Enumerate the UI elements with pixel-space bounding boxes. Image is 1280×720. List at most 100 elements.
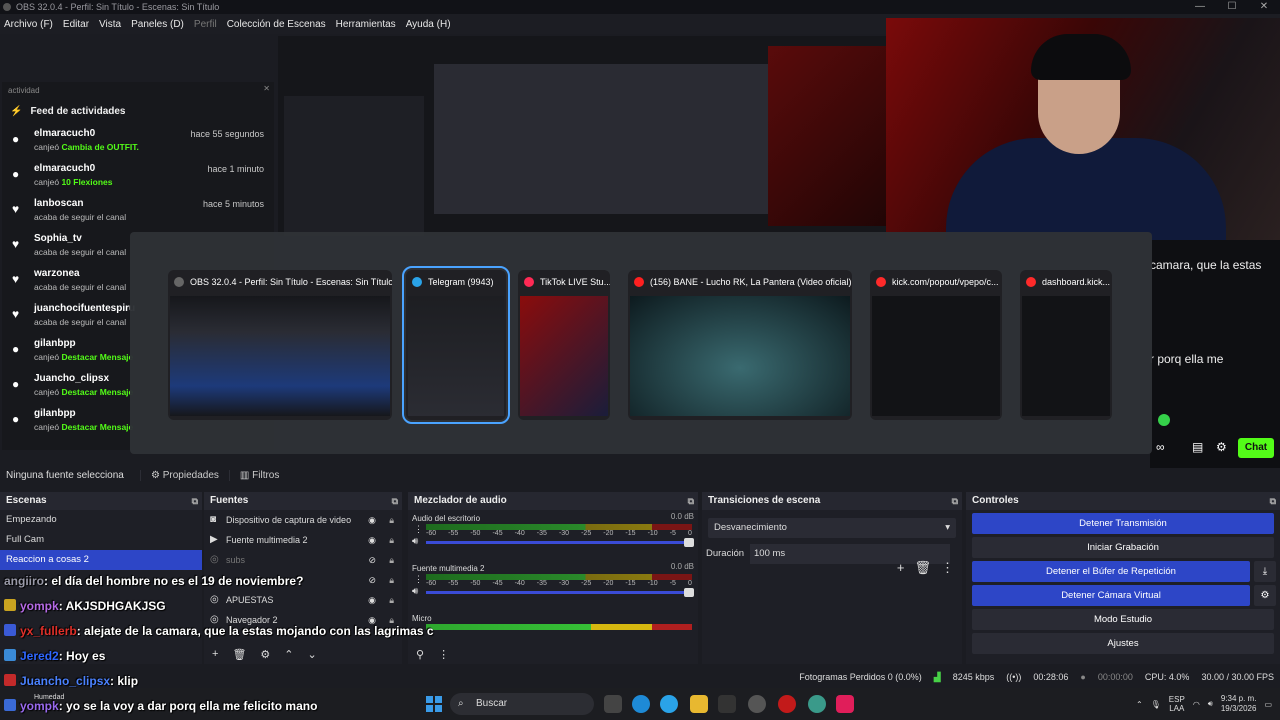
menu-edit[interactable]: Editar bbox=[63, 19, 89, 30]
gear-icon[interactable]: ⚙ bbox=[260, 648, 270, 661]
properties-button[interactable]: ⚙ Propiedades bbox=[140, 469, 229, 481]
alttab-window-kick-dashboard[interactable]: dashboard.kick... bbox=[1020, 270, 1112, 420]
alttab-window-kick-popout[interactable]: kick.com/popout/vpepo/c... bbox=[870, 270, 1002, 420]
feed-item[interactable]: ♥ lanboscan hace 5 minutos acaba de segu… bbox=[2, 194, 274, 229]
lock-icon[interactable]: 🔒︎ bbox=[389, 550, 394, 570]
opera-icon[interactable] bbox=[778, 695, 796, 713]
maximize-icon[interactable]: ☐ bbox=[1216, 0, 1248, 14]
lock-icon[interactable]: 🔒︎ bbox=[389, 510, 394, 530]
slider-knob[interactable] bbox=[684, 588, 694, 597]
stop-stream-button[interactable]: Detener Transmisión bbox=[972, 513, 1274, 534]
studio-mode-button[interactable]: Modo Estudio bbox=[972, 609, 1274, 630]
download-icon[interactable]: ⤓ bbox=[1254, 561, 1276, 582]
source-item[interactable]: ▶ Fuente multimedia 2 ◉ 🔒︎ bbox=[204, 530, 402, 550]
lock-icon[interactable]: 🔒︎ bbox=[389, 590, 394, 610]
tiktok-icon[interactable] bbox=[836, 695, 854, 713]
feed-item[interactable]: ● elmaracuch0 hace 1 minuto canjeó 10 Fl… bbox=[2, 159, 274, 194]
eye-icon[interactable]: ◉ bbox=[368, 530, 376, 550]
volume-icon[interactable]: 🔊︎ bbox=[1208, 699, 1213, 709]
eye-hidden-icon[interactable]: ⊘ bbox=[368, 570, 376, 590]
source-item[interactable]: ◎ subs ⊘ 🔒︎ bbox=[204, 550, 402, 570]
notifications-icon[interactable]: ▭ bbox=[1264, 700, 1272, 709]
trash-icon[interactable]: 🗑︎ bbox=[232, 648, 246, 661]
chevron-down-icon[interactable]: ⌄ bbox=[308, 648, 317, 661]
scene-item[interactable]: Full Cam bbox=[0, 530, 202, 550]
menu-docks[interactable]: Paneles (D) bbox=[131, 19, 184, 30]
clock[interactable]: 9:34 p. m. 19/3/2026 bbox=[1221, 694, 1257, 714]
obs-icon[interactable] bbox=[748, 695, 766, 713]
close-icon[interactable]: ✕ bbox=[263, 84, 270, 93]
add-icon[interactable]: + bbox=[212, 648, 218, 660]
chat-send-button[interactable]: Chat bbox=[1238, 438, 1274, 458]
task-view-icon[interactable] bbox=[604, 695, 622, 713]
gear-icon[interactable]: ⚙ bbox=[1216, 440, 1227, 454]
eye-hidden-icon[interactable]: ⊘ bbox=[368, 550, 376, 570]
alttab-preview bbox=[872, 296, 1000, 416]
menu-view[interactable]: Vista bbox=[99, 19, 121, 30]
slider-knob[interactable] bbox=[684, 538, 694, 547]
link-icon[interactable]: ⚲ bbox=[416, 648, 424, 661]
taskbar-search[interactable]: ⌕ Buscar bbox=[450, 693, 594, 715]
alttab-window-tiktok[interactable]: TikTok LIVE Stu... bbox=[518, 270, 610, 420]
alttab-window-telegram[interactable]: Telegram (9943) bbox=[402, 266, 510, 424]
folder-icon[interactable] bbox=[690, 695, 708, 713]
start-button[interactable] bbox=[426, 696, 442, 712]
source-item[interactable]: ◙ Dispositivo de captura de video ◉ 🔒︎ bbox=[204, 510, 402, 530]
source-item[interactable]: ◎ APUESTAS ◉ 🔒︎ bbox=[204, 590, 402, 610]
add-icon[interactable]: + bbox=[897, 560, 905, 576]
menu-help[interactable]: Ayuda (H) bbox=[406, 19, 451, 30]
menu-tools[interactable]: Herramientas bbox=[336, 19, 396, 30]
infinity-icon[interactable]: ∞ bbox=[1156, 440, 1165, 454]
more-icon[interactable]: ⋮ bbox=[414, 574, 423, 585]
app-icon[interactable] bbox=[718, 695, 736, 713]
chrome-icon[interactable] bbox=[808, 695, 826, 713]
alttab-window-obs[interactable]: OBS 32.0.4 - Perfil: Sin Título - Escena… bbox=[168, 270, 392, 420]
trash-icon[interactable]: 🗑︎ bbox=[914, 560, 931, 576]
language-indicator[interactable]: ESP LAA bbox=[1169, 695, 1185, 713]
scene-item-selected[interactable]: Reaccion a cosas 2 bbox=[0, 550, 202, 570]
menu-file[interactable]: Archivo (F) bbox=[4, 19, 53, 30]
settings-button[interactable]: Ajustes bbox=[972, 633, 1274, 654]
reward-icon: ● bbox=[12, 377, 20, 391]
gear-icon[interactable]: ⚙ bbox=[1254, 585, 1276, 606]
start-recording-button[interactable]: Iniciar Grabación bbox=[972, 537, 1274, 558]
close-icon[interactable]: ✕ bbox=[1248, 0, 1280, 14]
minimize-icon[interactable]: — bbox=[1184, 0, 1216, 14]
store-icon[interactable]: ▤ bbox=[1192, 440, 1203, 454]
feed-item[interactable]: ● elmaracuch0 hace 55 segundos canjeó Ca… bbox=[2, 124, 274, 159]
tick: -40 bbox=[514, 530, 525, 537]
dock-float-icon[interactable]: ⧉ bbox=[952, 492, 958, 510]
menu-profile[interactable]: Perfil bbox=[194, 19, 217, 30]
stop-virtual-camera-button[interactable]: Detener Cámara Virtual ⚙ bbox=[972, 585, 1276, 606]
menu-scene-collection[interactable]: Colección de Escenas bbox=[227, 19, 326, 30]
transition-select[interactable]: Desvanecimiento ▾ bbox=[708, 518, 956, 538]
dock-float-icon[interactable]: ⧉ bbox=[392, 492, 398, 510]
dock-float-icon[interactable]: ⧉ bbox=[688, 492, 694, 510]
chat-user: yompk bbox=[20, 599, 59, 613]
speaker-icon[interactable]: 🔊︎ bbox=[412, 536, 418, 547]
chevron-up-icon[interactable]: ⌃ bbox=[284, 648, 293, 661]
scene-item[interactable]: Empezando bbox=[0, 510, 202, 530]
dock-float-icon[interactable]: ⧉ bbox=[192, 492, 198, 510]
dock-float-icon[interactable]: ⧉ bbox=[1270, 492, 1276, 510]
source-label: Dispositivo de captura de video bbox=[226, 515, 352, 525]
lock-icon[interactable]: 🔒︎ bbox=[389, 570, 394, 590]
more-icon[interactable]: ⋮ bbox=[414, 524, 423, 535]
lock-icon[interactable]: 🔒︎ bbox=[389, 530, 394, 550]
more-icon[interactable]: ⋮ bbox=[941, 560, 954, 576]
emote-icon[interactable] bbox=[1158, 414, 1170, 426]
volume-slider[interactable] bbox=[426, 588, 694, 597]
stop-replay-buffer-button[interactable]: Detener el Búfer de Repetición ⤓ bbox=[972, 561, 1276, 582]
eye-icon[interactable]: ◉ bbox=[368, 510, 376, 530]
filters-button[interactable]: ▥ Filtros bbox=[228, 469, 289, 481]
alttab-window-youtube[interactable]: (156) BANE - Lucho RK, La Pantera (Video… bbox=[628, 270, 852, 420]
more-icon[interactable]: ⋮ bbox=[438, 648, 449, 661]
chevron-up-icon[interactable]: ⌃ bbox=[1136, 700, 1143, 709]
mic-icon[interactable]: 🎙︎ bbox=[1151, 700, 1161, 709]
eye-icon[interactable]: ◉ bbox=[368, 590, 376, 610]
telegram-icon[interactable] bbox=[660, 695, 678, 713]
wifi-icon[interactable]: ◠ bbox=[1193, 700, 1200, 709]
edge-icon[interactable] bbox=[632, 695, 650, 713]
speaker-icon[interactable]: 🔊︎ bbox=[412, 586, 418, 597]
volume-slider[interactable] bbox=[426, 538, 694, 547]
